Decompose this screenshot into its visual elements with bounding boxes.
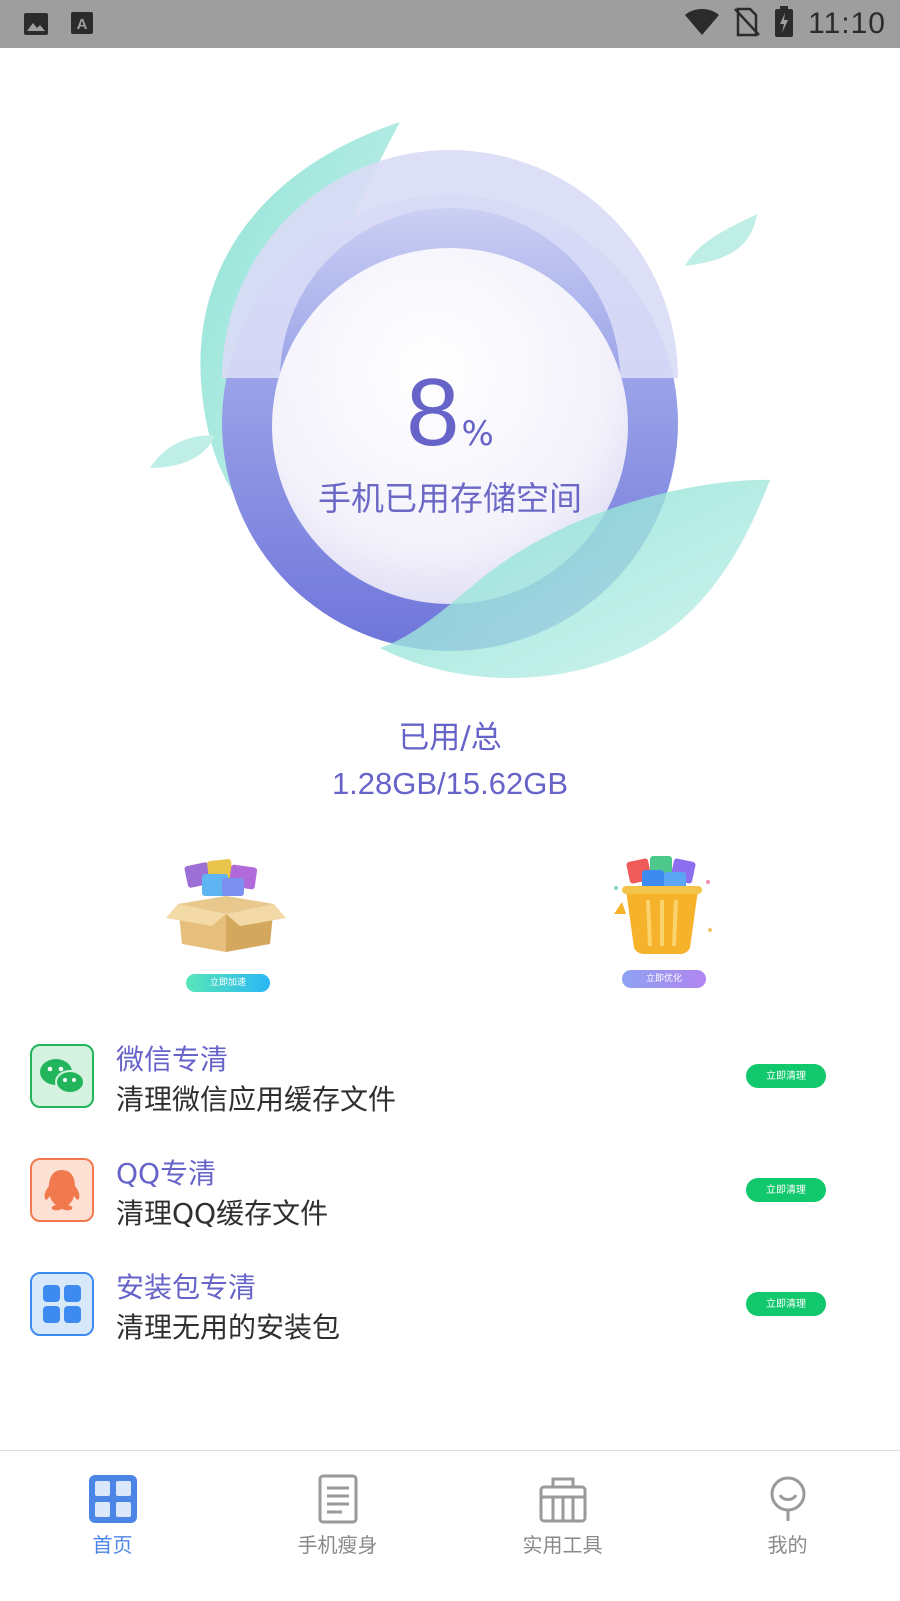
battery-charging-icon — [774, 6, 794, 42]
storage-percent-sign: % — [461, 414, 494, 454]
box-apps-icon — [166, 859, 286, 952]
wechat-icon — [30, 1044, 94, 1108]
accelerate-pill: 立即加速 — [186, 974, 270, 992]
qq-clean-button[interactable]: 立即清理 — [746, 1178, 826, 1202]
wechat-desc: 清理微信应用缓存文件 — [116, 1083, 397, 1116]
document-icon — [318, 1474, 358, 1524]
tab-mine-label: 我的 — [767, 1533, 808, 1557]
wifi-icon — [684, 7, 720, 41]
status-bar: A 11:10 — [0, 0, 900, 48]
tab-slim[interactable]: 手机瘦身 — [225, 1451, 450, 1601]
usage-value: 1.28GB/15.62GB — [331, 766, 569, 801]
image-icon — [22, 10, 50, 42]
grid-icon — [89, 1475, 137, 1523]
list-item-apk[interactable]: 安装包专清 清理无用的安装包 立即清理 — [30, 1271, 870, 1344]
font-a-icon: A — [70, 10, 96, 42]
svg-text:A: A — [77, 16, 88, 33]
tab-home-label: 首页 — [92, 1533, 133, 1557]
apk-clean-button[interactable]: 立即清理 — [746, 1292, 826, 1316]
storage-label: 手机已用存储空间 — [318, 479, 582, 518]
toolbox-icon — [539, 1477, 587, 1523]
wechat-title: 微信专清 — [116, 1043, 229, 1076]
list-item-wechat[interactable]: 微信专清 清理微信应用缓存文件 立即清理 — [30, 1043, 870, 1116]
usage-title: 已用/总 — [398, 720, 502, 756]
accelerate-action[interactable]: 立即加速 — [156, 852, 296, 992]
bottom-tab-bar: 首页 手机瘦身 实用工具 我的 — [0, 1450, 900, 1601]
optimize-action[interactable]: 立即优化 — [592, 852, 732, 992]
apps-grid-icon — [30, 1272, 94, 1336]
tab-slim-label: 手机瘦身 — [297, 1533, 378, 1557]
trash-bin-icon — [614, 856, 712, 954]
tab-home[interactable]: 首页 — [0, 1451, 225, 1601]
storage-percent: 8% — [0, 358, 900, 468]
storage-gauge: 8% 手机已用存储空间 — [0, 48, 900, 708]
tab-tools-label: 实用工具 — [522, 1533, 603, 1557]
storage-percent-value: 8 — [406, 359, 460, 466]
wechat-clean-button[interactable]: 立即清理 — [746, 1064, 826, 1088]
person-icon — [770, 1476, 806, 1521]
optimize-pill: 立即优化 — [622, 970, 706, 988]
list-item-qq[interactable]: QQ专清 清理QQ缓存文件 立即清理 — [30, 1157, 870, 1230]
tab-mine[interactable]: 我的 — [675, 1451, 900, 1601]
apk-title: 安装包专清 — [116, 1271, 257, 1304]
clock-time: 11:10 — [808, 7, 886, 40]
no-sim-icon — [734, 7, 761, 41]
tab-tools[interactable]: 实用工具 — [450, 1451, 675, 1601]
qq-desc: 清理QQ缓存文件 — [116, 1197, 329, 1230]
qq-penguin-icon — [30, 1158, 94, 1222]
qq-title: QQ专清 — [116, 1157, 217, 1190]
apk-desc: 清理无用的安装包 — [116, 1311, 341, 1344]
